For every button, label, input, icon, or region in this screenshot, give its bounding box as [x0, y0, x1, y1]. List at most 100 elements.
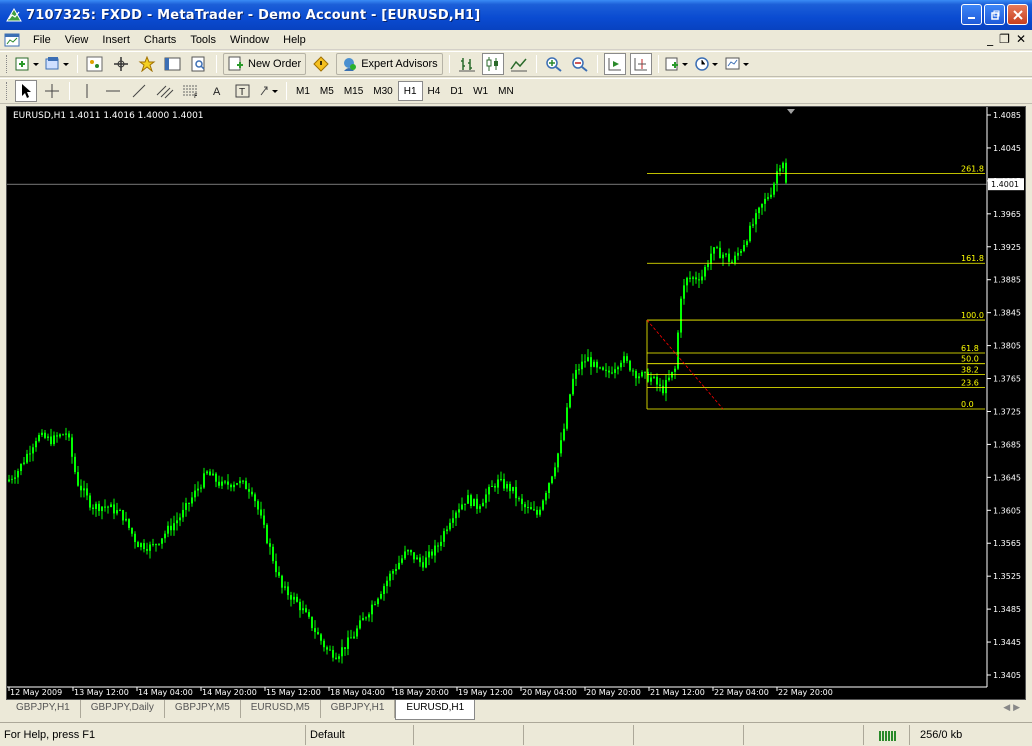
- candle-body: [680, 298, 682, 333]
- tab-gbpjpy-h1-2[interactable]: GBPJPY,H1: [321, 700, 396, 718]
- chart-window-icon[interactable]: [4, 32, 20, 48]
- candle-body: [626, 356, 628, 361]
- menu-file[interactable]: File: [26, 34, 58, 46]
- candle-body: [653, 376, 655, 378]
- price-label: 1.3965: [993, 210, 1021, 219]
- time-label: 22 May 04:00: [714, 688, 769, 697]
- connection-indicator[interactable]: [864, 724, 910, 745]
- maximize-button[interactable]: [984, 4, 1005, 25]
- new-order-icon: [228, 56, 243, 71]
- candle-body: [287, 586, 289, 596]
- candle-body: [536, 509, 538, 515]
- metaeditor-button[interactable]: [310, 53, 332, 75]
- menu-view[interactable]: View: [58, 34, 96, 46]
- text-label-button[interactable]: T: [232, 80, 254, 102]
- tab-gbpjpy-h1[interactable]: GBPJPY,H1: [6, 700, 81, 718]
- crosshair-icon: [45, 84, 59, 98]
- candle-body: [296, 596, 298, 602]
- tab-scroll-arrows[interactable]: ◀ ▶: [1003, 703, 1020, 713]
- candle-body: [737, 252, 739, 256]
- candle-body: [47, 436, 49, 438]
- fib-level-label: 61.8: [961, 344, 979, 353]
- crosshair-button[interactable]: [41, 80, 63, 102]
- candle-body: [464, 503, 466, 505]
- timeframe-m5[interactable]: M5: [315, 81, 339, 101]
- timeframe-m30[interactable]: M30: [368, 81, 397, 101]
- templates-button[interactable]: [725, 53, 751, 75]
- auto-scroll-button[interactable]: [603, 53, 626, 75]
- candle-body: [686, 277, 688, 286]
- zoom-in-button[interactable]: [543, 53, 565, 75]
- menu-help[interactable]: Help: [276, 34, 313, 46]
- candle-body: [701, 276, 703, 281]
- data-window-button[interactable]: [110, 53, 132, 75]
- menu-charts[interactable]: Charts: [137, 34, 183, 46]
- tab-gbpjpy-m5[interactable]: GBPJPY,M5: [165, 700, 241, 718]
- candle-body: [131, 527, 133, 534]
- candle-body: [11, 478, 13, 480]
- line-chart-button[interactable]: [508, 53, 530, 75]
- candle-body: [719, 247, 721, 259]
- fibonacci-button[interactable]: F: [180, 80, 202, 102]
- new-order-button[interactable]: New Order: [223, 53, 307, 75]
- bar-chart-button[interactable]: [456, 53, 478, 75]
- indicators-button[interactable]: [665, 53, 691, 75]
- timeframe-h1[interactable]: H1: [397, 81, 423, 101]
- minimize-button[interactable]: [961, 4, 982, 25]
- vertical-line-button[interactable]: [76, 80, 98, 102]
- menu-insert[interactable]: Insert: [95, 34, 137, 46]
- timeframe-h4[interactable]: H4: [423, 81, 446, 101]
- candle-body: [98, 503, 100, 512]
- candle-body: [629, 360, 631, 371]
- candle-body: [161, 538, 163, 544]
- price-chart[interactable]: 1.40851.40451.40051.39651.39251.38851.38…: [6, 106, 1026, 700]
- timeframe-mn[interactable]: MN: [493, 81, 519, 101]
- close-button[interactable]: [1007, 4, 1028, 25]
- text-button[interactable]: A: [206, 80, 228, 102]
- trendline-button[interactable]: [128, 80, 150, 102]
- timeframe-w1[interactable]: W1: [468, 81, 493, 101]
- tab-eurusd-h1[interactable]: EURUSD,H1: [395, 700, 476, 720]
- cursor-button[interactable]: [15, 80, 37, 102]
- periods-button[interactable]: [694, 53, 721, 75]
- toolbar-grip[interactable]: [6, 55, 9, 73]
- market-watch-button[interactable]: [84, 53, 106, 75]
- mdi-minimize-icon[interactable]: _: [987, 32, 993, 46]
- arrows-button[interactable]: [258, 80, 280, 102]
- terminal-button[interactable]: [162, 53, 184, 75]
- timeframe-d1[interactable]: D1: [445, 81, 468, 101]
- horizontal-line-button[interactable]: [102, 80, 124, 102]
- strategy-tester-button[interactable]: [188, 53, 210, 75]
- profiles-button[interactable]: [45, 53, 71, 75]
- fib-level-label: 38.2: [961, 365, 979, 374]
- timeframe-m15[interactable]: M15: [339, 81, 368, 101]
- candle-body: [740, 251, 742, 253]
- cursor-icon: [22, 84, 31, 98]
- tab-eurusd-m5[interactable]: EURUSD,M5: [241, 700, 321, 718]
- timeframe-m1[interactable]: M1: [291, 81, 315, 101]
- mdi-restore-icon[interactable]: ❐: [999, 32, 1010, 46]
- candle-body: [83, 488, 85, 491]
- chart-canvas[interactable]: 1.40851.40451.40051.39651.39251.38851.38…: [7, 107, 1025, 699]
- expert-advisors-button[interactable]: Expert Advisors: [336, 53, 443, 75]
- trendline-icon: [132, 84, 146, 98]
- candle-body: [194, 490, 196, 498]
- zoom-out-button[interactable]: [569, 53, 591, 75]
- new-chart-button[interactable]: [15, 53, 41, 75]
- candle-body: [488, 486, 490, 495]
- mdi-close-icon[interactable]: ✕: [1016, 32, 1026, 46]
- candle-body: [650, 377, 652, 382]
- price-label: 1.3805: [993, 342, 1021, 351]
- toolbar-grip[interactable]: [6, 82, 9, 100]
- menu-window[interactable]: Window: [223, 34, 276, 46]
- chart-shift-button[interactable]: [629, 53, 652, 75]
- candle-body: [113, 504, 115, 514]
- tab-gbpjpy-daily[interactable]: GBPJPY,Daily: [81, 700, 165, 718]
- candle-body: [389, 573, 391, 581]
- equidistant-channel-button[interactable]: [154, 80, 176, 102]
- menu-tools[interactable]: Tools: [183, 34, 223, 46]
- candle-body: [698, 279, 700, 281]
- candlestick-chart-button[interactable]: [481, 53, 504, 75]
- navigator-button[interactable]: [136, 53, 158, 75]
- candle-body: [641, 372, 643, 377]
